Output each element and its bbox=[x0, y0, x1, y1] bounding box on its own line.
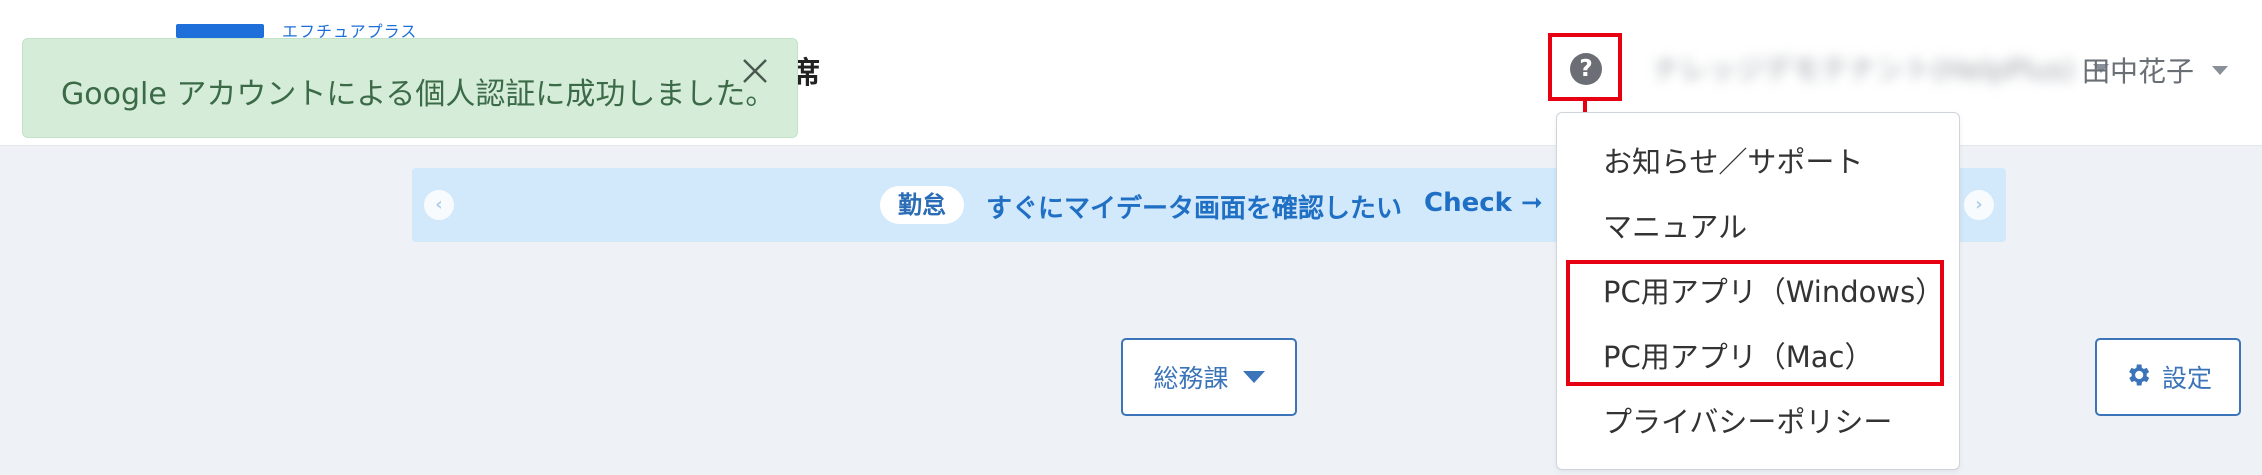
banner-next-button[interactable]: › bbox=[1964, 190, 1994, 220]
user-name: 田中花子 bbox=[2082, 55, 2195, 88]
banner-check-link[interactable]: Check ➞ bbox=[1424, 188, 1543, 218]
settings-label: 設定 bbox=[2161, 364, 2212, 393]
toast-message: Google アカウントによる個人認証に成功しました。 bbox=[61, 77, 776, 112]
banner-message[interactable]: すぐにマイデータ画面を確認したい bbox=[986, 188, 1402, 225]
user-dropdown[interactable]: 田中花子 bbox=[2082, 50, 2229, 90]
caret-down-icon bbox=[1242, 371, 1265, 383]
settings-button[interactable]: 設定 bbox=[2095, 338, 2241, 416]
company-dropdown[interactable]: ナレッジデモテナント(HelpPlus) bbox=[1652, 48, 2109, 88]
banner-category-tag: 勤怠 bbox=[880, 186, 964, 224]
department-label: 総務課 bbox=[1153, 364, 1229, 393]
success-toast: Google アカウントによる個人認証に成功しました。 bbox=[22, 38, 798, 138]
chevron-down-icon bbox=[2212, 65, 2229, 75]
annotation-highlight-box bbox=[1566, 260, 1944, 386]
menu-item-manual[interactable]: マニュアル bbox=[1603, 204, 1747, 246]
company-name: ナレッジデモテナント(HelpPlus) bbox=[1652, 53, 2075, 86]
gear-icon bbox=[2124, 361, 2152, 393]
help-icon: ? bbox=[1570, 53, 1602, 85]
menu-item-privacy-policy[interactable]: プライバシーポリシー bbox=[1603, 399, 1892, 441]
department-dropdown[interactable]: 総務課 bbox=[1121, 338, 1297, 416]
close-icon[interactable] bbox=[737, 53, 773, 89]
banner-prev-button[interactable]: ‹ bbox=[424, 190, 454, 220]
help-button[interactable]: ? bbox=[1548, 33, 1622, 101]
menu-item-news-support[interactable]: お知らせ／サポート bbox=[1603, 139, 1863, 181]
brand-logo[interactable] bbox=[176, 24, 264, 38]
